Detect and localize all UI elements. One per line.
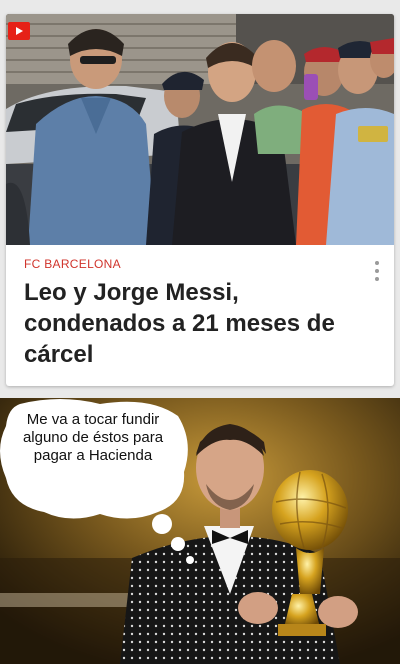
news-card[interactable]: FC BARCELONA Leo y Jorge Messi, condenad… (6, 14, 394, 386)
meme-image: Me va a tocar fundir alguno de éstos par… (0, 398, 400, 664)
article-photo-illustration (6, 14, 394, 245)
article-photo[interactable] (6, 14, 394, 245)
article-headline[interactable]: Leo y Jorge Messi, condenados a 21 meses… (24, 277, 369, 370)
video-badge[interactable] (8, 22, 30, 40)
article-body[interactable]: FC BARCELONA Leo y Jorge Messi, condenad… (6, 245, 394, 386)
more-vert-icon[interactable] (374, 261, 380, 281)
play-icon (16, 27, 23, 35)
article-section-label[interactable]: FC BARCELONA (24, 257, 376, 271)
thought-bubble-text: Me va a tocar fundir alguno de éstos par… (22, 411, 164, 464)
